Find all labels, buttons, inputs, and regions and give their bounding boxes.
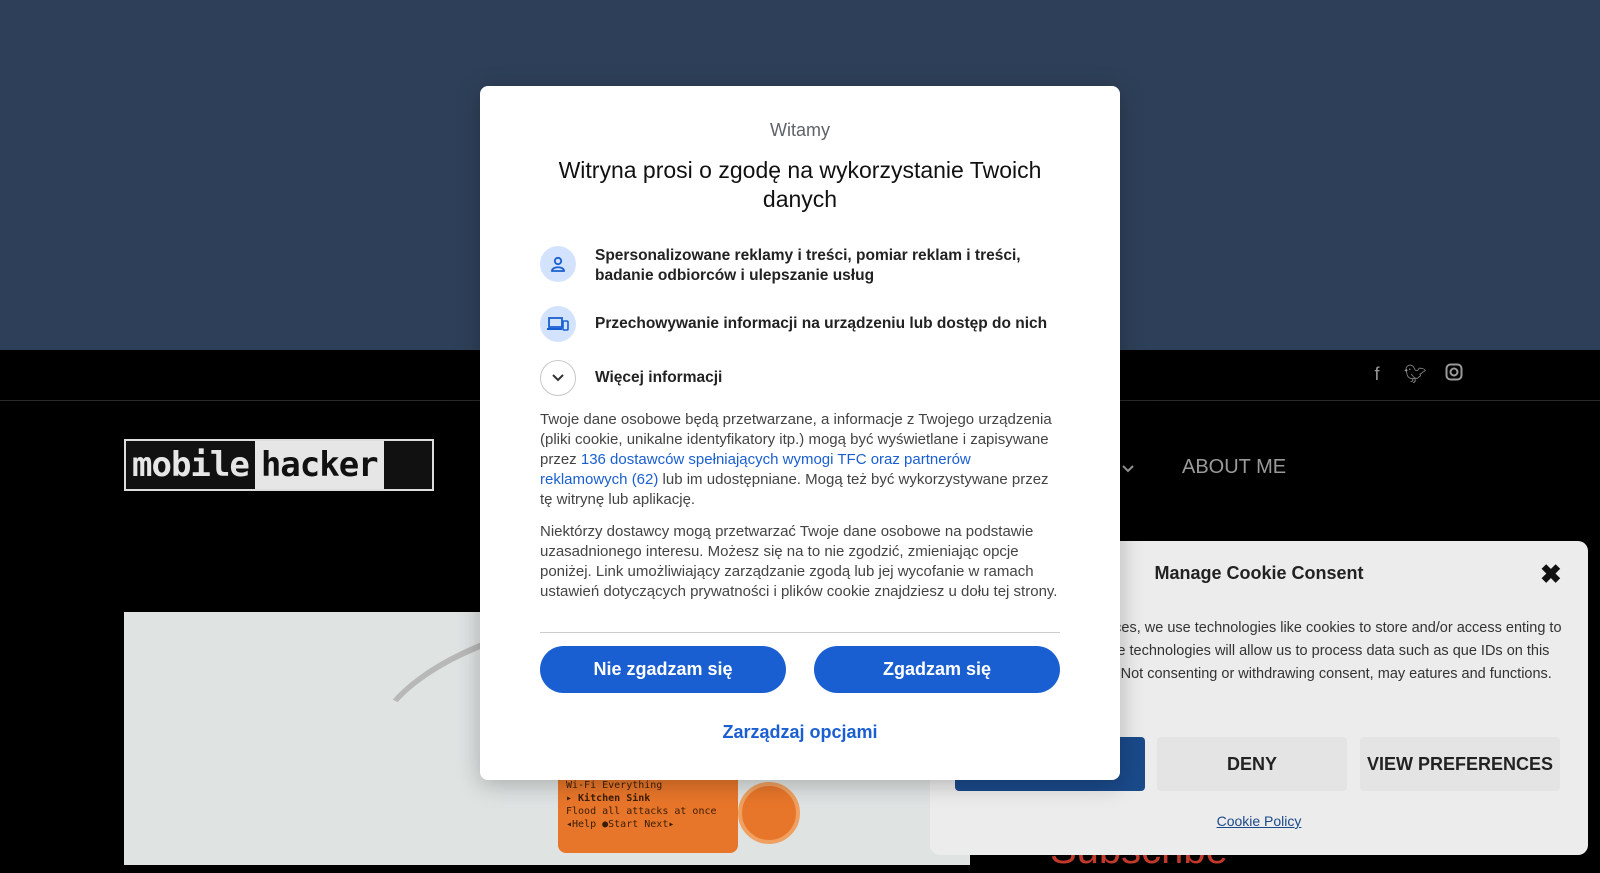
chevron-down-icon [1122, 465, 1135, 473]
cookie-panel-text: riences, we use technologies like cookie… [1090, 620, 1562, 682]
cookie-view-preferences-button[interactable]: VIEW PREFERENCES [1360, 737, 1560, 791]
dialog-paragraph-2: Niektórzy dostawcy mogą przetwarzać Twoj… [540, 523, 1058, 600]
purpose-label: Przechowywanie informacji na urządzeniu … [595, 315, 1048, 332]
dialog-paragraph-1: Twoje dane osobowe będą przetwarzane, a … [540, 410, 1060, 510]
logo-text-hacker: hacker [254, 441, 384, 489]
person-icon [540, 246, 576, 282]
chevron-down-icon[interactable] [540, 360, 576, 396]
twitter-icon[interactable]: 🐦︎ [1404, 363, 1427, 385]
close-icon[interactable]: ✖ [1540, 559, 1562, 590]
screen-line: Wi-Fi Everything [566, 780, 663, 791]
screen-line: Flood all attacks at once [566, 806, 717, 817]
consent-dialog: Witamy Witryna prosi o zgodę na wykorzys… [480, 86, 1120, 780]
site-logo[interactable]: mobile hacker [124, 439, 434, 491]
nav-item-about[interactable]: ABOUT ME [1182, 456, 1286, 479]
dialog-headline: Witryna prosi o zgodę na wykorzystanie T… [558, 157, 1042, 212]
dialog-welcome: Witamy [770, 120, 830, 140]
manage-options-link[interactable]: Zarządzaj opcjami [480, 722, 1120, 743]
dialog-divider [540, 632, 1060, 633]
deny-button[interactable]: Nie zgadzam się [540, 646, 786, 693]
purpose-label: Spersonalizowane reklamy i treści, pomia… [595, 247, 1021, 284]
facebook-icon[interactable]: f [1366, 363, 1388, 385]
screen-line: ▸ Kitchen Sink [566, 793, 651, 804]
cookie-policy-link[interactable]: Cookie Policy [930, 813, 1588, 829]
device-screen: Wi-Fi Everything ▸ Kitchen Sink Flood al… [558, 773, 738, 853]
cookie-deny-button[interactable]: DENY [1157, 737, 1347, 791]
accept-button[interactable]: Zgadzam się [814, 646, 1060, 693]
more-info-label: Więcej informacji [595, 369, 723, 386]
device-knob [738, 782, 800, 844]
screen-line: ◂Help ●Start Next▸ [566, 819, 675, 830]
devices-icon [540, 306, 576, 342]
instagram-icon[interactable] [1443, 363, 1465, 385]
logo-text-mobile: mobile [132, 445, 250, 485]
